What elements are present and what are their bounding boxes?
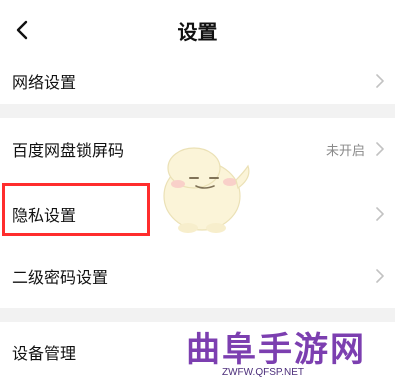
settings-item-network[interactable]: 网络设置 [0, 58, 395, 104]
watermark: 曲阜手游网 ZWFW.QFSP.NET [180, 322, 390, 378]
chevron-right-icon [376, 74, 384, 88]
settings-item-label: 设备管理 [12, 343, 77, 363]
watermark-url: ZWFW.QFSP.NET [222, 367, 305, 378]
chevron-right-icon [376, 207, 384, 221]
chevron-right-icon [376, 269, 384, 283]
highlight-box [2, 183, 150, 236]
settings-item-label: 百度网盘锁屏码 [12, 141, 125, 160]
watermark-text: 曲阜手游网 [186, 330, 366, 370]
section-divider [0, 308, 395, 322]
section-divider [0, 104, 395, 118]
settings-item-secondary-password[interactable]: 二级密码设置 [0, 246, 395, 306]
page-title: 设置 [177, 20, 218, 44]
header: 设置 [0, 0, 395, 58]
settings-item-label: 二级密码设置 [12, 268, 109, 287]
mascot-illustration [163, 147, 250, 233]
chevron-right-icon [376, 142, 384, 156]
status-text: 未开启 [325, 143, 365, 159]
settings-item-label: 网络设置 [12, 73, 77, 92]
